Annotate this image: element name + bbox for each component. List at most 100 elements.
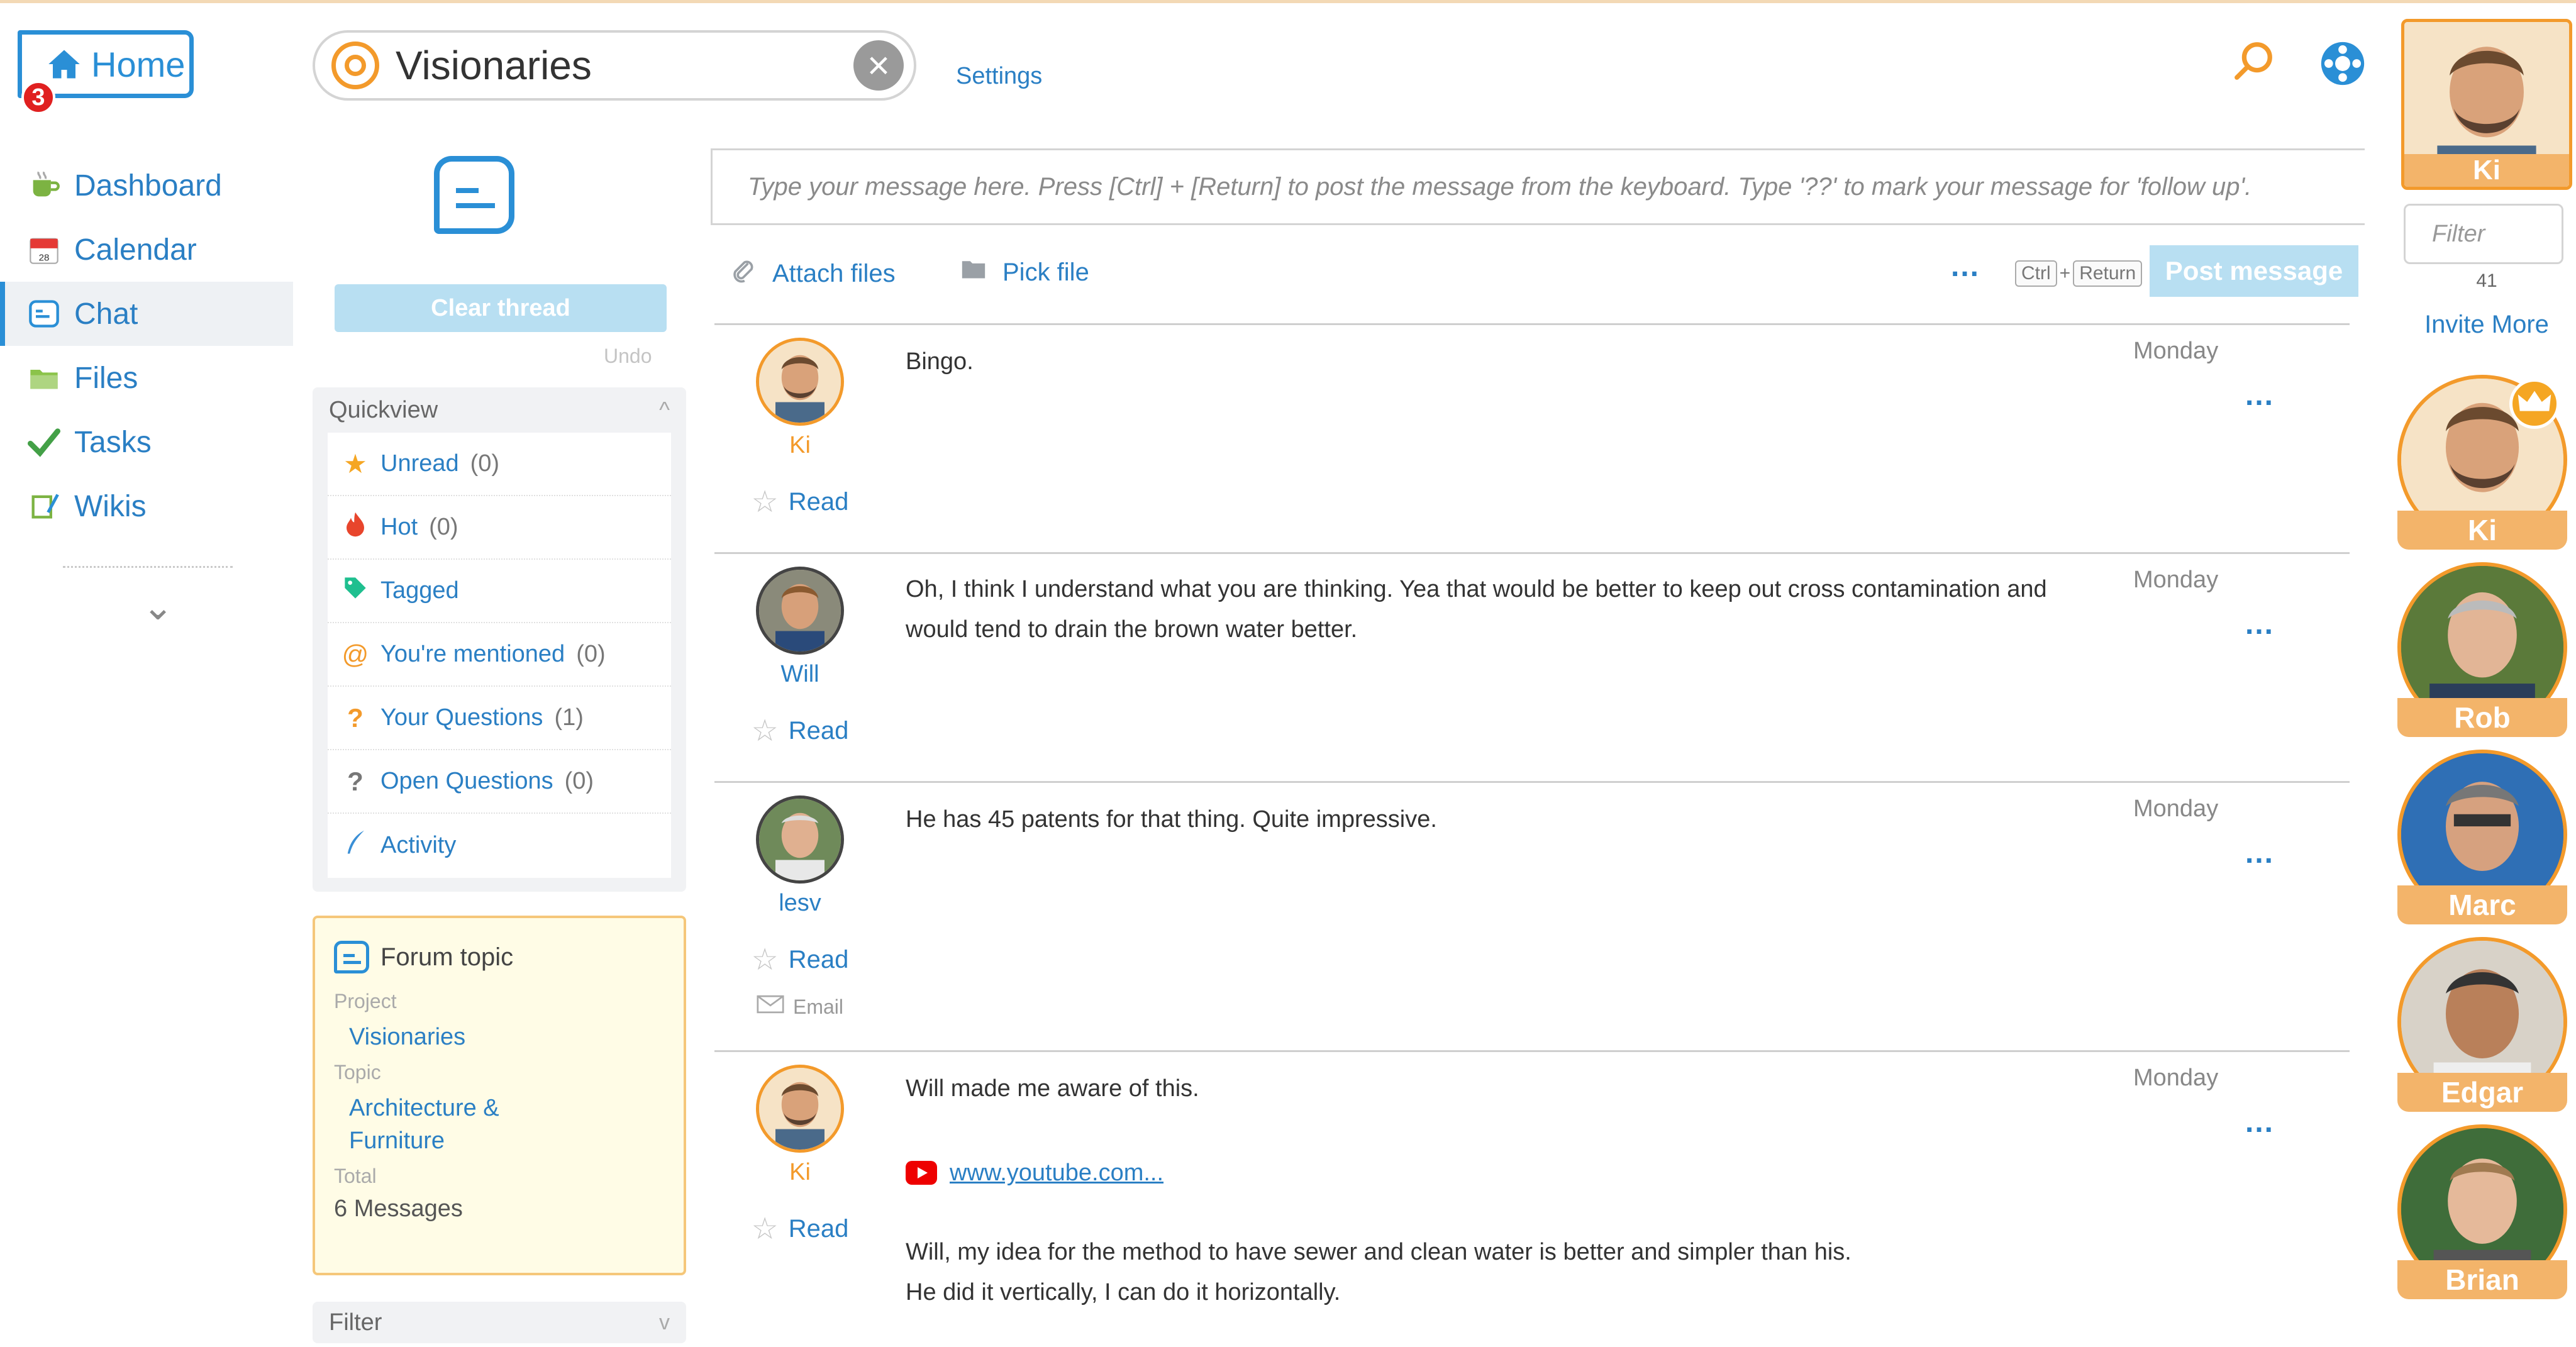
user-filter-placeholder: Filter: [2432, 220, 2485, 247]
user-name: Brian: [2397, 1260, 2567, 1299]
quickview-panel: Quickview ^ ★ Unread (0) Hot (0) Tagged …: [313, 387, 686, 892]
sidebar-item-label: Wikis: [74, 489, 147, 523]
quickview-item-hot[interactable]: Hot (0): [328, 496, 671, 560]
project-link[interactable]: Visionaries: [334, 1021, 665, 1053]
user-name: Ki: [2397, 511, 2567, 550]
star-outline-icon: ☆: [751, 1212, 779, 1246]
youtube-link[interactable]: www.youtube.com...: [906, 1153, 2138, 1193]
message-options-button[interactable]: ...: [2245, 378, 2274, 413]
quickview-item-mentioned[interactable]: @ You're mentioned (0): [328, 623, 671, 687]
feather-icon: [341, 829, 369, 862]
sidebar-item-chat[interactable]: Chat: [0, 282, 293, 346]
kbd-ctrl: Ctrl: [2015, 260, 2057, 287]
user-tile[interactable]: Marc: [2397, 750, 2567, 937]
mark-read-button[interactable]: ☆ Read: [750, 1211, 850, 1246]
mark-read-button[interactable]: ☆ Read: [750, 942, 850, 977]
group-search-box[interactable]: Visionaries ×: [313, 30, 916, 101]
question-icon: ?: [347, 702, 364, 733]
quickview-item-activity[interactable]: Activity: [328, 814, 671, 877]
notification-badge[interactable]: 3: [21, 80, 55, 114]
target-icon: [331, 42, 379, 89]
message-author: Will ☆ Read: [750, 567, 850, 748]
user-count: 41: [2476, 270, 2497, 291]
user-name: Edgar: [2397, 1073, 2567, 1112]
message-list: Ki ☆ Read Bingo. Monday ... Will ☆ Read …: [714, 323, 2350, 1347]
topic-link[interactable]: Architecture & Furniture: [334, 1092, 535, 1157]
youtube-icon: [906, 1161, 937, 1185]
quickview-item-tagged[interactable]: Tagged: [328, 560, 671, 623]
question-icon: ?: [347, 766, 364, 796]
tag-icon: [341, 575, 369, 607]
sidebar-item-calendar[interactable]: 28 Calendar: [0, 218, 296, 282]
chevron-down-icon[interactable]: ⌄: [142, 588, 174, 626]
author-name[interactable]: lesv: [750, 890, 850, 917]
email-button[interactable]: Email: [750, 995, 850, 1019]
sidebar-item-label: Chat: [74, 297, 138, 331]
read-label: Read: [788, 716, 849, 745]
chevron-up-icon[interactable]: ^: [659, 397, 670, 423]
invite-more-link[interactable]: Invite More: [2401, 311, 2572, 339]
read-label: Read: [788, 1214, 849, 1243]
author-name[interactable]: Ki: [750, 1159, 850, 1186]
sidebar-item-tasks[interactable]: Tasks: [0, 410, 296, 474]
author-name[interactable]: Will: [750, 661, 850, 688]
author-name[interactable]: Ki: [750, 432, 850, 459]
forum-topic-label: Forum topic: [380, 943, 514, 971]
avatar[interactable]: [756, 338, 844, 426]
checkmark-icon: [26, 424, 62, 460]
star-outline-icon: ☆: [751, 943, 779, 977]
pick-file-button[interactable]: Pick file: [960, 257, 1089, 289]
topic-label: Topic: [334, 1061, 381, 1084]
sidebar-item-files[interactable]: Files: [0, 346, 296, 410]
mark-read-button[interactable]: ☆ Read: [750, 713, 850, 748]
message-options-button[interactable]: ...: [2245, 607, 2274, 641]
message-item: Will ☆ Read Oh, I think I understand wha…: [714, 554, 2350, 783]
message-body: Will made me aware of this. www.youtube.…: [906, 1068, 2138, 1312]
avatar[interactable]: [756, 795, 844, 884]
quickview-item-label: Unread: [380, 450, 459, 477]
home-label: Home: [91, 44, 186, 84]
email-label: Email: [792, 995, 843, 1018]
user-tile[interactable]: Edgar: [2397, 937, 2567, 1124]
quickview-item-your-questions[interactable]: ? Your Questions (1): [328, 687, 671, 750]
quickview-item-unread[interactable]: ★ Unread (0): [328, 433, 671, 496]
clear-thread-button[interactable]: Clear thread: [335, 284, 667, 332]
undo-link[interactable]: Undo: [604, 345, 652, 368]
message-input[interactable]: Type your message here. Press [Ctrl] + […: [711, 148, 2365, 225]
message-item: Ki ☆ Read Bingo. Monday ...: [714, 325, 2350, 554]
mark-read-button[interactable]: ☆ Read: [750, 484, 850, 519]
user-tile[interactable]: Rob: [2397, 562, 2567, 750]
clear-icon[interactable]: ×: [853, 40, 904, 91]
avatar[interactable]: [756, 567, 844, 655]
quickview-item-count: (1): [554, 704, 584, 731]
sidebar-item-label: Dashboard: [74, 169, 222, 202]
gear-icon[interactable]: [2317, 38, 2368, 89]
user-list: Ki Rob Marc Edgar Brian: [2397, 375, 2576, 1312]
message-options-button[interactable]: ...: [2245, 1105, 2274, 1139]
user-filter-input[interactable]: Filter: [2404, 204, 2563, 264]
quickview-item-open-questions[interactable]: ? Open Questions (0): [328, 750, 671, 814]
post-message-button[interactable]: Post message: [2150, 245, 2358, 297]
message-options-button[interactable]: ...: [2245, 836, 2274, 870]
sidebar-item-label: Tasks: [74, 425, 152, 459]
sidebar-item-wikis[interactable]: Wikis: [0, 474, 296, 538]
user-tile[interactable]: Brian: [2397, 1124, 2567, 1312]
more-options-button[interactable]: ...: [1951, 249, 1980, 284]
sidebar-item-dashboard[interactable]: Dashboard: [0, 153, 296, 218]
project-label: Project: [334, 990, 397, 1012]
quickview-list: ★ Unread (0) Hot (0) Tagged @ You're men…: [328, 433, 671, 878]
settings-link[interactable]: Settings: [956, 63, 1042, 90]
calendar-icon: 28: [26, 232, 62, 267]
folder-icon: [26, 360, 62, 396]
quickview-header[interactable]: Quickview ^: [313, 387, 686, 433]
total-value: 6 Messages: [334, 1195, 463, 1222]
filter-dropdown[interactable]: Filter v: [313, 1302, 686, 1343]
current-user-card[interactable]: Ki: [2401, 19, 2572, 190]
composer-toolbar: Attach files Pick file ... Ctrl + Return…: [730, 245, 2358, 302]
paperclip-icon: [730, 257, 757, 291]
search-icon[interactable]: [2231, 39, 2275, 83]
attach-files-button[interactable]: Attach files: [730, 257, 896, 291]
message-text: He has 45 patents for that thing. Quite …: [906, 806, 1437, 833]
avatar[interactable]: [756, 1065, 844, 1153]
sidebar-nav: Dashboard 28 Calendar Chat Files Tasks W…: [0, 153, 296, 538]
